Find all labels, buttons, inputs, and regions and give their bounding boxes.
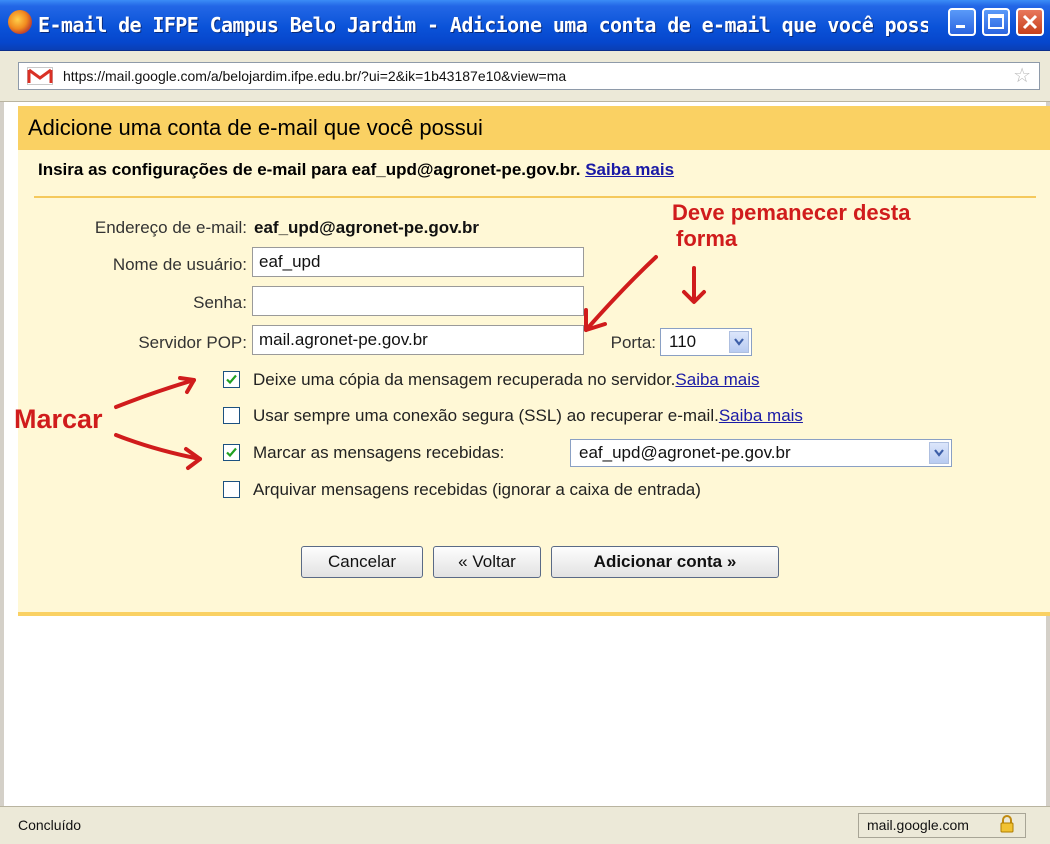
status-text: Concluído (18, 817, 82, 833)
email-value: eaf_upd@agronet-pe.gov.br (254, 218, 480, 237)
bookmark-star-icon[interactable]: ☆ (1013, 65, 1031, 87)
url-text: https://mail.google.com/a/belojardim.ifp… (63, 68, 567, 84)
lock-icon (1000, 815, 1014, 833)
keep-copy-checkbox[interactable] (223, 371, 240, 388)
learn-more-link[interactable]: Saiba mais (585, 160, 674, 179)
close-button[interactable] (1016, 8, 1044, 36)
label-messages-label: Marcar as mensagens recebidas: (253, 443, 505, 462)
keep-annotation-line2: forma (676, 226, 738, 251)
label-select-value: eaf_upd@agronet-pe.gov.br (579, 443, 791, 462)
dialog-header: Adicione uma conta de e-mail que você po… (18, 106, 1050, 150)
ssl-option: Usar sempre uma conexão segura (SSL) ao … (253, 406, 803, 426)
pop-server-label: Servidor POP: (138, 333, 247, 352)
url-field[interactable]: https://mail.google.com/a/belojardim.ifp… (18, 62, 1040, 90)
close-icon (1022, 14, 1038, 30)
label-messages-checkbox[interactable] (223, 444, 240, 461)
page-title: Adicione uma conta de e-mail que você po… (28, 115, 483, 140)
password-label: Senha: (193, 293, 247, 312)
settings-subheading: Insira as configurações de e-mail para e… (38, 160, 674, 180)
chevron-down-icon (929, 442, 949, 464)
ssl-learn-more-link[interactable]: Saiba mais (719, 406, 803, 425)
subheading-text: Insira as configurações de e-mail para e… (38, 160, 581, 179)
username-field[interactable]: eaf_upd (252, 247, 584, 277)
keep-copy-option: Deixe uma cópia da mensagem recuperada n… (253, 370, 760, 390)
email-label: Endereço de e-mail: (94, 218, 247, 237)
keep-annotation-line1: Deve pemanecer desta (672, 200, 911, 225)
keep-copy-label: Deixe uma cópia da mensagem recuperada n… (253, 370, 676, 389)
address-bar: https://mail.google.com/a/belojardim.ifp… (0, 51, 1050, 102)
chevron-down-icon (729, 331, 749, 353)
port-select[interactable]: 110 (660, 328, 752, 356)
check-icon (226, 374, 237, 385)
minimize-icon (956, 25, 965, 28)
title-bar: E-mail de IFPE Campus Belo Jardim - Adic… (0, 0, 1050, 51)
username-label: Nome de usuário: (112, 255, 247, 274)
keep-copy-learn-more-link[interactable]: Saiba mais (675, 370, 759, 389)
pop-server-field[interactable]: mail.agronet-pe.gov.br (252, 325, 584, 355)
check-icon (226, 447, 237, 458)
status-bar: Concluído mail.google.com (0, 806, 1050, 844)
archive-checkbox[interactable] (223, 481, 240, 498)
password-field[interactable] (252, 286, 584, 316)
archive-label: Arquivar mensagens recebidas (ignorar a … (253, 480, 701, 499)
window-title: E-mail de IFPE Campus Belo Jardim - Adic… (38, 13, 928, 37)
divider (34, 196, 1036, 198)
mark-annotation: Marcar (14, 404, 103, 434)
label-select[interactable]: eaf_upd@agronet-pe.gov.br (570, 439, 952, 467)
page-content: Adicione uma conta de e-mail que você po… (0, 102, 1050, 806)
port-label: Porta: (610, 333, 656, 352)
ssl-checkbox[interactable] (223, 407, 240, 424)
maximize-icon (988, 14, 1004, 29)
ssl-label: Usar sempre uma conexão segura (SSL) ao … (253, 406, 719, 425)
maximize-button[interactable] (982, 8, 1010, 36)
back-button[interactable]: « Voltar (433, 546, 541, 578)
minimize-button[interactable] (948, 8, 976, 36)
gmail-icon (27, 67, 53, 85)
add-account-button[interactable]: Adicionar conta » (551, 546, 779, 578)
cancel-button[interactable]: Cancelar (301, 546, 423, 578)
port-value: 110 (669, 332, 697, 351)
keep-annotation: Deve pemanecer desta forma (672, 200, 910, 252)
firefox-icon (8, 10, 32, 34)
